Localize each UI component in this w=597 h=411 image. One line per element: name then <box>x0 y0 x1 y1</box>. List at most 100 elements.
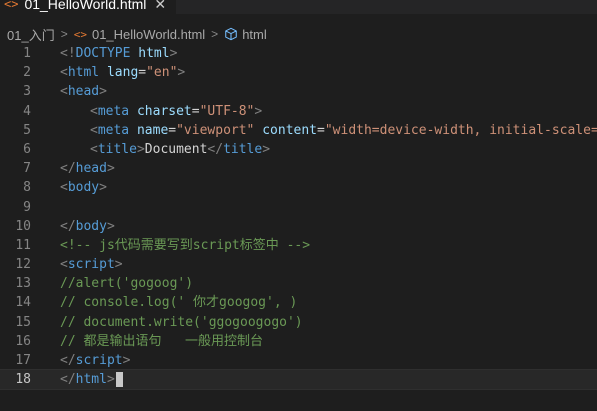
tab-bar: <> 01_HelloWorld.html ✕ <box>0 0 597 14</box>
line-number: 14 <box>15 295 31 311</box>
line-number: 6 <box>23 141 31 157</box>
code-token: <! <box>60 46 76 61</box>
code-token: "width=device-width, initial-scale=1 <box>324 122 597 138</box>
line-number: 5 <box>23 122 31 138</box>
code-token: > <box>136 141 145 157</box>
code-token: html <box>67 65 100 81</box>
code-line[interactable]: 7 </head> <box>0 159 597 178</box>
line-code: //alert('gogoog') <box>60 274 193 293</box>
code-token: head <box>75 161 107 177</box>
line-code: <!DOCTYPE html> <box>60 44 177 63</box>
code-token: "en" <box>146 65 178 81</box>
code-token: charset <box>136 103 192 119</box>
html-file-icon: <> <box>4 0 19 11</box>
code-line[interactable]: 16 // 都是输出语句 一般用控制台 <box>0 332 597 351</box>
code-line[interactable]: 3 <head> <box>0 82 597 101</box>
line-number: 12 <box>15 257 31 273</box>
text-cursor <box>115 372 123 388</box>
code-token: Document <box>144 141 208 157</box>
code-token: < <box>60 84 68 100</box>
breadcrumb-folder[interactable]: 01_入门 <box>7 25 55 44</box>
code-token: < <box>90 141 98 157</box>
line-code: </html> <box>60 370 123 389</box>
code-token: </ <box>60 353 76 368</box>
line-code: <head> <box>60 82 107 101</box>
code-line[interactable]: 1 <!DOCTYPE html> <box>0 44 597 63</box>
code-token: html <box>138 46 170 61</box>
code-token: script <box>75 353 123 368</box>
code-token: > <box>106 161 115 177</box>
code-line[interactable]: 18 </html> <box>0 369 597 391</box>
code-line[interactable]: 15 // document.write('ggogoogogo') <box>0 313 597 332</box>
line-code: <meta charset="UTF-8"> <box>60 102 262 121</box>
breadcrumb-symbol[interactable]: html <box>242 27 267 42</box>
line-number: 1 <box>23 46 31 61</box>
code-token: meta <box>97 122 130 138</box>
code-token: "UTF-8" <box>199 103 255 119</box>
code-line[interactable]: 14 // console.log(' 你才googog', ) <box>0 293 597 312</box>
line-code: <title>Document</title> <box>60 140 270 159</box>
code-token: </ <box>207 141 224 157</box>
line-number: 9 <box>23 199 31 215</box>
code-editor[interactable]: 1 <!DOCTYPE html> 2 <html lang="en"> 3 <head>… <box>0 44 597 391</box>
line-code: <html lang="en"> <box>60 63 185 82</box>
line-code: <body> <box>60 178 107 197</box>
line-number: 3 <box>23 84 31 100</box>
code-token: > <box>169 46 178 61</box>
code-line[interactable]: 9 <box>0 198 597 217</box>
breadcrumb-file[interactable]: 01_HelloWorld.html <box>92 27 205 42</box>
code-line[interactable]: 10 </body> <box>0 217 597 236</box>
line-number: 4 <box>23 103 31 119</box>
code-token: < <box>60 257 68 273</box>
line-code: // document.write('ggogoogogo') <box>60 313 303 332</box>
close-icon[interactable]: ✕ <box>154 0 166 13</box>
code-token: script <box>67 257 115 273</box>
line-code: // 都是输出语句 一般用控制台 <box>60 332 263 351</box>
code-line[interactable]: 2 <html lang="en"> <box>0 63 597 82</box>
code-token: body <box>67 180 100 196</box>
code-token: DOCTYPE <box>75 46 131 61</box>
line-code: <script> <box>60 255 123 274</box>
line-number: 17 <box>15 353 31 368</box>
code-token: <!-- js代码需要写到script标签中 --> <box>60 237 311 253</box>
line-number: 8 <box>23 180 31 196</box>
code-token: = <box>138 65 147 81</box>
line-number: 18 <box>15 372 31 388</box>
line-number: 11 <box>15 237 31 253</box>
code-token: body <box>75 218 107 234</box>
code-token: "viewport" <box>176 122 255 138</box>
line-code: </script> <box>60 351 130 370</box>
code-token: name <box>136 122 169 138</box>
code-token: < <box>90 103 98 119</box>
code-token: < <box>60 180 68 196</box>
breadcrumb: 01_入门 > <> 01_HelloWorld.html > html <box>0 24 267 44</box>
line-number: 13 <box>15 276 31 292</box>
code-token: > <box>254 103 263 119</box>
code-token: = <box>317 122 325 138</box>
code-token: // document.write('ggogoogogo') <box>60 314 303 330</box>
code-line[interactable]: 5 <meta name="viewport" content="width=de… <box>0 121 597 140</box>
chevron-right-icon: > <box>211 27 219 41</box>
html-file-icon: <> <box>73 27 87 41</box>
code-line[interactable]: 6 <title>Document</title> <box>0 140 597 159</box>
code-line[interactable]: 4 <meta charset="UTF-8"> <box>0 102 597 121</box>
editor-tab[interactable]: <> 01_HelloWorld.html ✕ <box>0 0 177 14</box>
code-line[interactable]: 17 </script> <box>0 351 597 370</box>
code-line[interactable]: 8 <body> <box>0 178 597 197</box>
code-token: > <box>106 218 115 234</box>
code-line[interactable]: 12 <script> <box>0 255 597 274</box>
code-token: > <box>99 84 107 100</box>
code-token: < <box>90 122 98 138</box>
code-line[interactable]: 13 //alert('gogoog') <box>0 274 597 293</box>
code-token: > <box>122 353 131 368</box>
code-token: title <box>223 141 263 157</box>
symbol-element-icon <box>225 27 237 41</box>
line-number: 16 <box>15 333 31 349</box>
line-number: 2 <box>23 65 31 81</box>
code-token: title <box>97 141 137 157</box>
code-line[interactable]: 11 <!-- js代码需要写到script标签中 --> <box>0 236 597 255</box>
code-token: lang <box>106 65 139 81</box>
code-token: < <box>60 65 68 81</box>
